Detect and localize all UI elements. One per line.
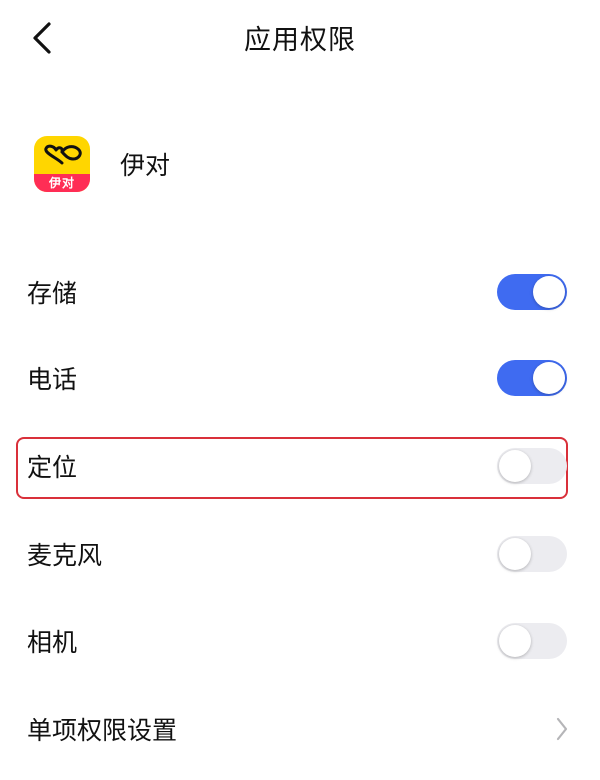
permission-row-storage: 存储 <box>0 262 600 322</box>
microphone-toggle[interactable] <box>497 536 567 572</box>
permission-row-camera: 相机 <box>0 611 600 671</box>
app-icon-label: 伊对 <box>34 174 90 192</box>
app-icon: 伊对 <box>34 136 90 192</box>
permission-row-phone: 电话 <box>0 348 600 408</box>
permission-label: 定位 <box>27 453 78 482</box>
toggle-knob <box>499 450 531 482</box>
individual-settings-label: 单项权限设置 <box>27 716 178 745</box>
permission-label: 麦克风 <box>27 541 103 570</box>
permission-label: 存储 <box>27 279 78 308</box>
permission-row-location: 定位 <box>0 436 600 496</box>
app-name: 伊对 <box>120 151 171 180</box>
permission-label: 相机 <box>27 628 78 657</box>
chevron-right-icon <box>556 717 568 741</box>
individual-permission-settings-row[interactable]: 单项权限设置 <box>0 699 600 759</box>
permission-label: 电话 <box>27 365 78 394</box>
storage-toggle[interactable] <box>497 274 567 310</box>
page-title: 应用权限 <box>244 25 356 56</box>
phone-toggle[interactable] <box>497 360 567 396</box>
top-bar: 应用权限 <box>0 0 600 76</box>
heart-infinity-icon <box>44 144 82 165</box>
location-toggle[interactable] <box>497 448 567 484</box>
camera-toggle[interactable] <box>497 623 567 659</box>
toggle-knob <box>499 625 531 657</box>
permission-row-microphone: 麦克风 <box>0 524 600 584</box>
toggle-knob <box>533 362 565 394</box>
app-permissions-page: 应用权限 伊对 伊对 存储 电话 定位 麦克风 相机 单项权限设置 <box>0 0 600 780</box>
toggle-knob <box>499 538 531 570</box>
toggle-knob <box>533 276 565 308</box>
app-info: 伊对 伊对 <box>34 134 170 194</box>
